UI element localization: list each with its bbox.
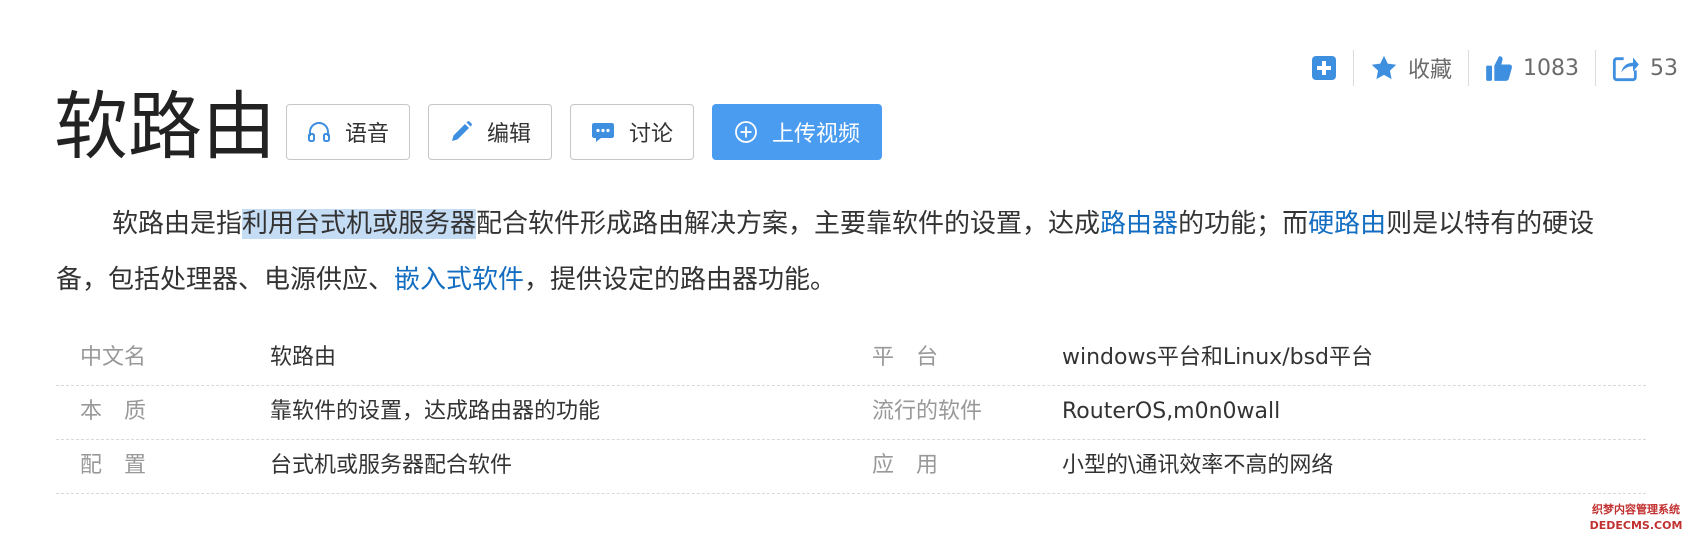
summary-text: 软路由是指 [112, 209, 243, 239]
upload-video-button[interactable]: 上传视频 [712, 104, 882, 160]
voice-button[interactable]: 语音 [286, 104, 410, 160]
link-embedded-software[interactable]: 嵌入式软件 [394, 265, 524, 295]
edit-button[interactable]: 编辑 [428, 104, 552, 160]
action-bar: 收藏 1083 53 [1311, 48, 1678, 88]
info-label: 应 用 [872, 453, 939, 478]
watermark-line: DEDECMS.COM [1589, 519, 1683, 532]
add-button[interactable] [1311, 48, 1353, 88]
summary-text: ，提供设定的路由器功能。 [524, 265, 837, 295]
info-value: 靠软件的设置，达成路由器的功能 [270, 399, 601, 424]
collect-button[interactable]: 收藏 [1354, 48, 1468, 88]
info-row: 配 置 台式机或服务器配合软件 应 用 小型的\通讯效率不高的网络 [56, 440, 1646, 494]
info-value: 小型的\通讯效率不高的网络 [1062, 453, 1334, 478]
discuss-label: 讨论 [628, 122, 673, 147]
discuss-button[interactable]: 讨论 [570, 104, 694, 160]
info-value: windows平台和Linux/bsd平台 [1062, 345, 1374, 370]
info-label: 中文名 [80, 345, 147, 370]
info-row: 中文名 软路由 平 台 windows平台和Linux/bsd平台 [56, 332, 1646, 386]
watermark: 织梦内容管理系统 DEDECMS.COM [1582, 502, 1690, 534]
info-label: 本 质 [80, 399, 147, 424]
collect-label: 收藏 [1407, 58, 1452, 83]
pencil-icon [451, 121, 472, 141]
link-router[interactable]: 路由器 [1100, 209, 1178, 239]
chat-icon [591, 123, 614, 142]
add-icon [1311, 56, 1336, 80]
summary-text: 配合软件形成路由解决方案，主要靠软件的设置，达成 [476, 209, 1101, 239]
star-icon [1371, 55, 1397, 80]
headphones-icon [307, 121, 330, 142]
thumbs-up-icon [1486, 56, 1512, 81]
plus-circle-icon [735, 121, 757, 143]
share-count: 53 [1650, 55, 1678, 81]
upload-video-label: 上传视频 [771, 122, 860, 147]
share-button[interactable]: 53 [1596, 48, 1678, 88]
info-label: 平 台 [872, 345, 939, 370]
summary-text: 的功能；而 [1178, 209, 1309, 239]
info-label: 配 置 [80, 453, 147, 478]
voice-label: 语音 [344, 122, 389, 147]
watermark-line: 织梦内容管理系统 [1592, 503, 1680, 516]
info-value: RouterOS,m0n0wall [1062, 399, 1281, 424]
info-value: 软路由 [270, 345, 337, 370]
page-title: 软路由 [54, 84, 276, 170]
basic-info-table: 中文名 软路由 平 台 windows平台和Linux/bsd平台 本 质 靠软… [56, 332, 1646, 494]
share-icon [1612, 57, 1639, 82]
info-value: 台式机或服务器配合软件 [270, 453, 513, 478]
edit-label: 编辑 [486, 122, 531, 147]
like-count: 1083 [1523, 55, 1579, 81]
summary-paragraph: 软路由是指利用台式机或服务器配合软件形成路由解决方案，主要靠软件的设置，达成路由… [56, 196, 1646, 308]
link-hardware-router[interactable]: 硬路由 [1308, 209, 1386, 239]
selected-text: 利用台式机或服务器 [242, 209, 477, 239]
info-row: 本 质 靠软件的设置，达成路由器的功能 流行的软件 RouterOS,m0n0w… [56, 386, 1646, 440]
like-button[interactable]: 1083 [1469, 48, 1595, 88]
info-label: 流行的软件 [872, 399, 983, 424]
